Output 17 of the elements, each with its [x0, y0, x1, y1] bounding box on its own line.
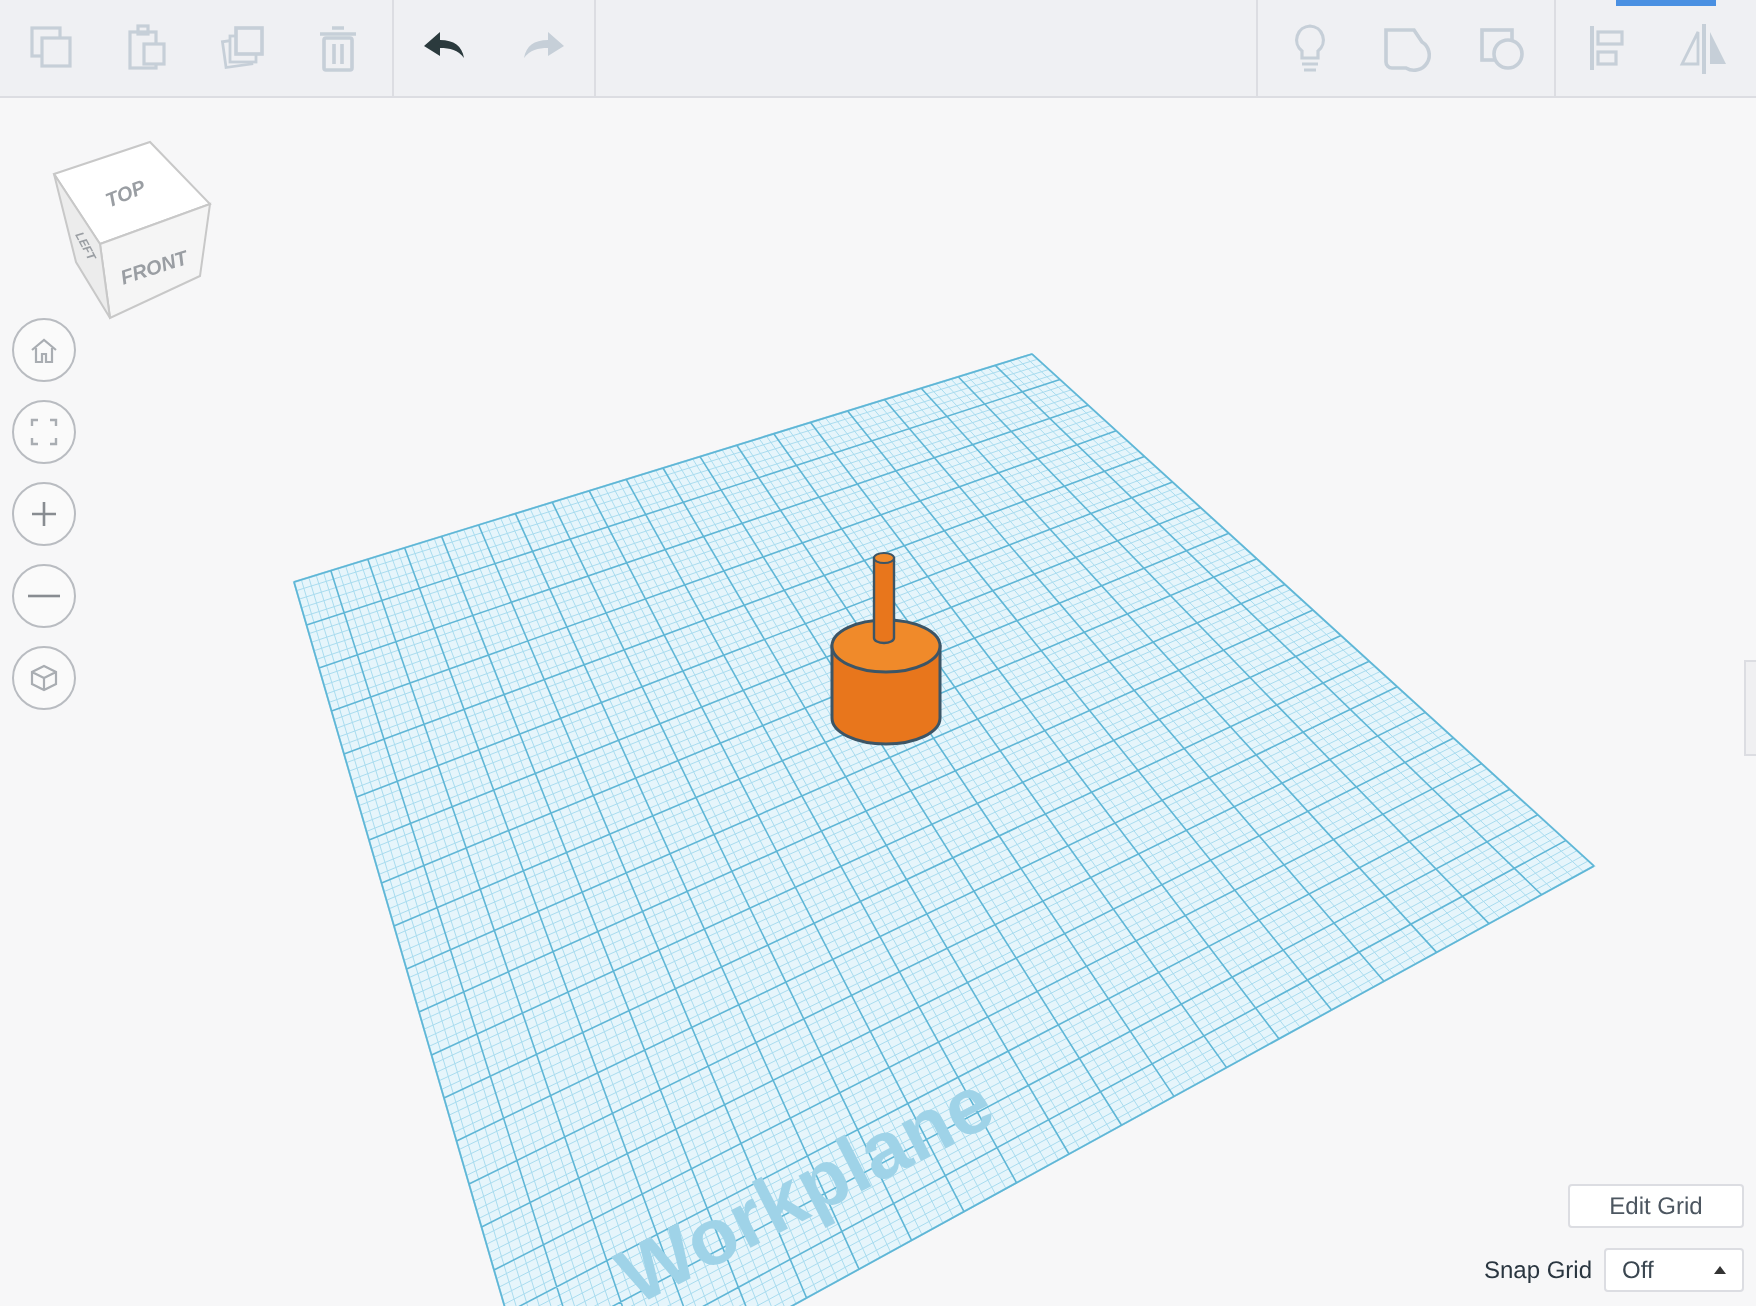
panel-handle[interactable]: [1744, 660, 1756, 756]
fit-view-icon: [28, 416, 60, 448]
nav-button[interactable]: [12, 318, 76, 382]
caret-icon: [1714, 1266, 1726, 1274]
minus-icon: [28, 594, 60, 598]
snap-grid-dropdown[interactable]: Off: [1604, 1248, 1744, 1292]
mirror-icon: [1676, 20, 1732, 76]
tab-indicator: [1616, 0, 1716, 6]
snap-grid-label: Snap Grid: [1483, 1256, 1592, 1284]
home-icon: [28, 334, 60, 366]
nav-button[interactable]: [12, 646, 76, 710]
edit-grid-button[interactable]: Edit Grid: [1568, 1184, 1744, 1228]
nav-button[interactable]: [12, 564, 76, 628]
plus-icon: [28, 498, 60, 530]
nav-button[interactable]: [12, 482, 76, 546]
cube-icon: [28, 662, 60, 694]
nav-button[interactable]: [12, 400, 76, 464]
